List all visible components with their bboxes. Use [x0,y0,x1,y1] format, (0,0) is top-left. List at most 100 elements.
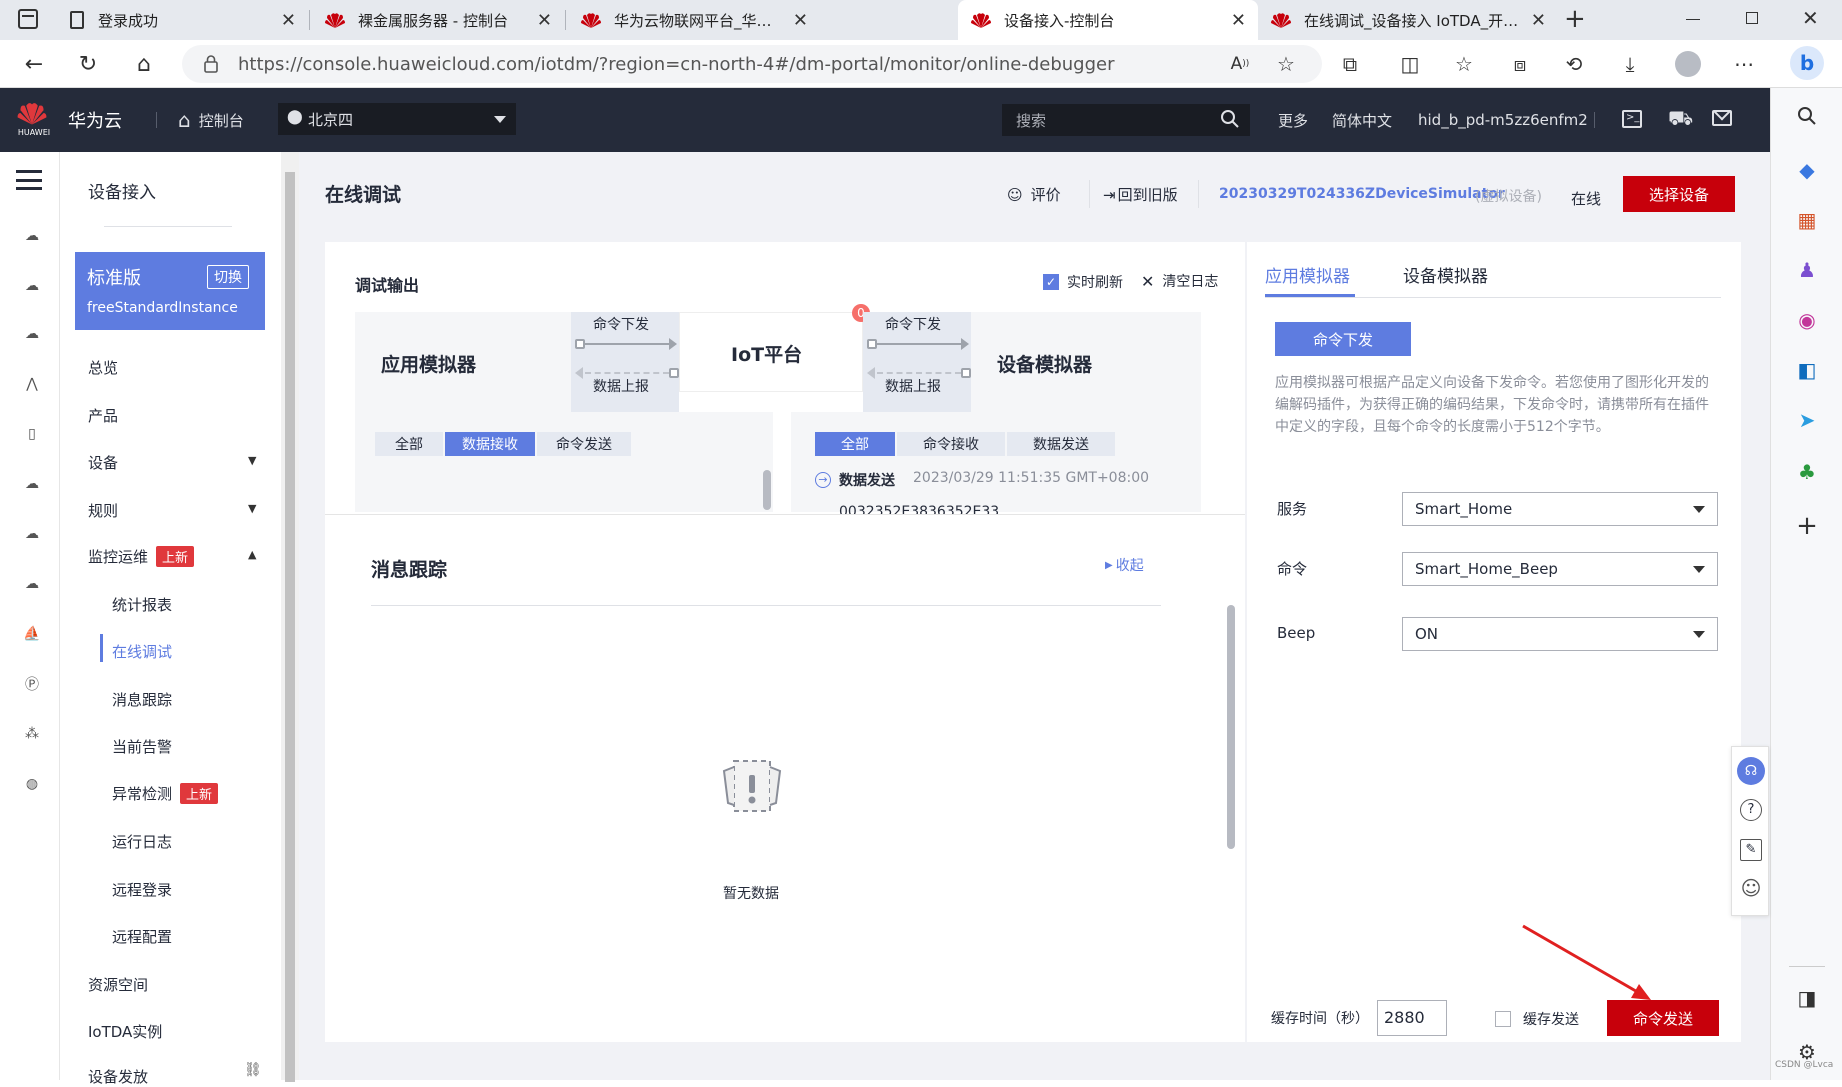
app-tab-command-send[interactable]: 命令发送 [537,432,631,456]
switch-edition-button[interactable]: 切换 [207,265,249,289]
globe-icon[interactable]: ◍ [20,772,44,796]
more-menu-icon[interactable]: ⋯ [1730,50,1758,78]
customer-service-icon[interactable]: ☊ [1737,757,1765,785]
app-tab-data-receive[interactable]: 数据接收 [445,432,535,456]
cloud-db-icon[interactable]: ☁ [20,472,44,496]
close-tab-icon[interactable]: ✕ [537,10,552,31]
close-tab-icon[interactable]: ✕ [1531,10,1546,31]
sidebar-item-overview[interactable]: 总览 [88,357,118,378]
app-log-scrollbar[interactable] [763,470,771,510]
search-icon[interactable] [1793,102,1821,130]
sidebar-item-anomaly-detection[interactable]: 异常检测 上新 [112,783,219,804]
back-old-version-link[interactable]: ⇥ 回到旧版 [1103,184,1178,205]
more-menu[interactable]: 更多 [1278,88,1308,152]
cloud-shell-icon[interactable]: >_ [1622,110,1642,128]
split-screen-icon[interactable]: ◫ [1396,50,1424,78]
profile-avatar-icon[interactable] [1674,50,1702,78]
sidebar-item-rules[interactable]: 规则 [88,500,118,521]
hamburger-menu-icon[interactable] [16,170,42,190]
service-select[interactable]: Smart_Home [1402,492,1718,526]
help-icon[interactable]: ? [1740,799,1762,821]
tab-actions-icon[interactable] [18,9,38,29]
send-icon[interactable]: ➤ [1793,406,1821,434]
huawei-logo[interactable]: HUAWEI [16,100,52,140]
sidebar-item-resource-space[interactable]: 资源空间 [88,974,148,995]
clear-log-link[interactable]: ✕ 清空日志 [1141,271,1218,291]
sidebar-item-online-debug[interactable]: 在线调试 [112,641,172,662]
sidebar-item-products[interactable]: 产品 [88,405,118,426]
sidebar-item-run-logs[interactable]: 运行日志 [112,831,172,852]
sidebar-item-remote-login[interactable]: 远程登录 [112,879,172,900]
console-search-input[interactable]: 搜索 [1002,104,1250,136]
trace-scrollbar[interactable] [1227,605,1235,849]
tree-icon[interactable]: ♣ [1793,458,1821,486]
browser-tab-device-access[interactable]: 设备接入-控制台 ✕ [958,0,1258,40]
region-select[interactable]: ⬤ 北京四 [278,103,516,135]
cloud-upload-icon[interactable]: ☁ [20,522,44,546]
user-menu[interactable]: hid_b_pd-m5zz6enfm2 [1418,88,1588,152]
add-favorite-icon[interactable]: ☆ [1272,50,1300,78]
send-command-button[interactable]: 命令发送 [1607,1000,1719,1036]
shopping-tag-icon[interactable]: ◆ [1793,156,1821,184]
browser-tab-online-debug-doc[interactable]: 在线调试_设备接入 IoTDA_开发指 ✕ [1258,0,1558,40]
close-tab-icon[interactable]: ✕ [793,10,808,31]
sidebar-item-remote-config[interactable]: 远程配置 [112,926,172,947]
collapse-link[interactable]: ▶ 收起 [1105,555,1144,575]
bing-icon[interactable]: b [1790,46,1824,80]
close-tab-icon[interactable]: ✕ [281,10,296,31]
cluster-icon[interactable]: ⁂ [20,722,44,746]
favorites-icon[interactable]: ☆ [1450,50,1478,78]
tab-app-simulator[interactable]: 应用模拟器 [1265,262,1350,287]
browser-tab-iot-platform[interactable]: 华为云物联网平台_华为云IoT平台 ✕ [568,0,820,40]
cloud-server-icon[interactable]: ☁ [20,224,44,248]
app-tab-all[interactable]: 全部 [375,432,443,456]
download-icon[interactable]: ⤓ [1616,50,1644,78]
tools-icon[interactable]: ▦ [1793,206,1821,234]
menu-scrollbar[interactable] [281,152,299,1082]
console-home-link[interactable]: ⌂ 控制台 [178,88,244,152]
refresh-icon[interactable]: ↻ [72,48,104,80]
browser-tab-login[interactable]: 登录成功 ✕ [58,0,308,40]
realtime-refresh-checkbox[interactable]: ✓ 实时刷新 [1043,272,1123,292]
brand-title[interactable]: 华为云 [68,88,122,152]
cloud-sync-icon[interactable]: ☁ [20,572,44,596]
games-icon[interactable]: ♟ [1793,256,1821,284]
tab-device-simulator[interactable]: 设备模拟器 [1403,262,1488,287]
sidebar-item-monitoring[interactable]: 监控运维 上新 [88,546,195,567]
select-device-button[interactable]: 选择设备 [1623,176,1735,212]
rate-link[interactable]: ☺ 评价 [1007,184,1061,205]
add-icon[interactable]: + [1793,511,1821,541]
url-field[interactable]: https://console.huaweicloud.com/iotdm/?r… [182,45,1322,83]
sidebar-item-statistics[interactable]: 统计报表 [112,594,172,615]
beep-select[interactable]: ON [1402,617,1718,651]
device-name[interactable]: 20230329T024336ZDeviceSimulator [1219,186,1505,202]
extensions-icon[interactable]: ⧉ [1336,50,1364,78]
cache-time-input[interactable]: 2880 [1377,1000,1447,1036]
cloud-storage-icon[interactable]: ☁ [20,322,44,346]
satisfaction-icon[interactable]: ☺ [1740,877,1762,899]
close-tab-icon[interactable]: ✕ [1231,10,1246,31]
sidebar-item-iotda-instance[interactable]: IoTDA实例 [88,1021,162,1042]
device-tab-data-send[interactable]: 数据发送 [1007,432,1115,456]
cart-icon[interactable]: ⛟ [1668,106,1693,133]
device-tab-command-receive[interactable]: 命令接收 [897,432,1005,456]
cache-send-checkbox[interactable]: 缓存发送 [1495,1009,1579,1029]
command-select[interactable]: Smart_Home_Beep [1402,552,1718,586]
read-aloud-icon[interactable]: A)) [1226,50,1254,78]
browser-tab-bms[interactable]: 裸金属服务器 - 控制台 ✕ [312,0,564,40]
sidebar-toggle-icon[interactable]: ◨ [1793,984,1821,1012]
sailing-icon[interactable]: ⛵ [20,622,44,646]
sidebar-item-devices[interactable]: 设备 [88,452,118,473]
message-icon[interactable] [1712,103,1732,126]
sidebar-item-current-alarms[interactable]: 当前告警 [112,736,172,757]
new-tab-icon[interactable]: + [1564,4,1586,34]
mobile-icon[interactable]: ▯ [20,422,44,446]
restore-icon[interactable] [1746,12,1758,24]
ip-icon[interactable]: Ⓟ [20,672,44,696]
feedback-icon[interactable]: ✎ [1740,839,1762,861]
history-icon[interactable]: ⟲ [1560,50,1588,78]
cdn-icon[interactable]: ⋀ [20,372,44,396]
home-icon[interactable]: ⌂ [128,48,160,80]
microsoft365-icon[interactable]: ◉ [1793,306,1821,334]
sidebar-item-message-trace[interactable]: 消息跟踪 [112,689,172,710]
